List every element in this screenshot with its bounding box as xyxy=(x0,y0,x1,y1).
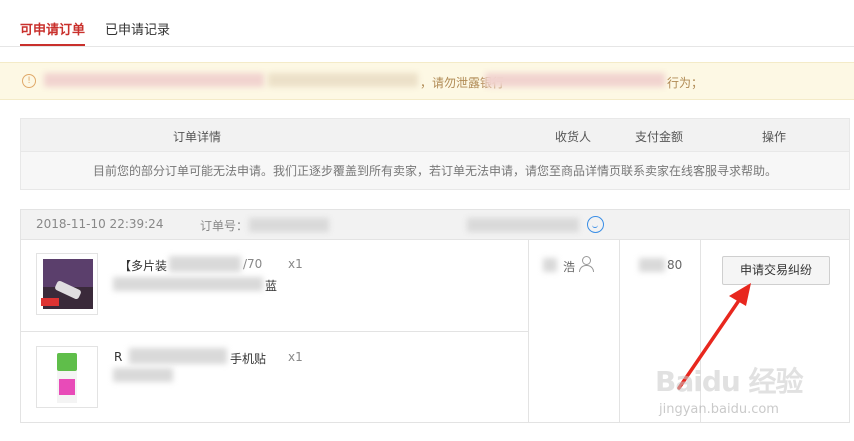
product-thumbnail[interactable] xyxy=(36,253,98,315)
column-divider xyxy=(619,240,620,422)
receiver-name: 浩 xyxy=(563,260,576,274)
order-datetime: 2018-11-10 22:39:24 xyxy=(36,217,164,231)
redacted-text xyxy=(485,73,665,87)
header-receiver: 收货人 xyxy=(555,130,592,144)
product-thumbnail[interactable] xyxy=(36,346,98,408)
redacted-product-name xyxy=(169,256,241,272)
watermark-logo: Baidu 经验 xyxy=(655,365,804,398)
product-badge xyxy=(41,298,59,306)
product-name[interactable]: R xyxy=(114,350,122,364)
table-header: 订单详情 收货人 支付金额 操作 xyxy=(20,118,850,152)
redacted-product-name xyxy=(129,348,227,364)
product-name-suffix: 手机贴 xyxy=(230,352,267,366)
redacted-product-spec xyxy=(113,277,263,291)
baidu-watermark: Baidu 经验 jingyan.baidu.com xyxy=(655,360,815,430)
product-name[interactable]: 【多片装 xyxy=(119,257,167,274)
header-action: 操作 xyxy=(762,130,787,144)
tab-divider xyxy=(0,46,854,47)
item-quantity: x1 xyxy=(288,257,303,271)
redacted-product-spec xyxy=(113,368,173,382)
redacted-shop-name xyxy=(467,218,579,232)
person-icon xyxy=(579,256,594,272)
header-order-details: 订单详情 xyxy=(173,130,222,144)
redacted-receiver xyxy=(543,258,557,272)
redacted-text xyxy=(268,73,418,87)
row-divider xyxy=(21,331,528,332)
info-tip: 目前您的部分订单可能无法申请。我们正逐步覆盖到所有卖家，若订单无法申请，请您至商… xyxy=(20,152,850,190)
product-image xyxy=(57,353,77,403)
info-icon: ! xyxy=(22,74,36,88)
item-quantity: x1 xyxy=(288,350,303,364)
order-header: 2018-11-10 22:39:24 订单号： xyxy=(21,210,849,240)
order-number-label: 订单号： xyxy=(200,219,249,233)
notice-text-end: 行为； xyxy=(667,76,704,90)
tab-applicable-orders[interactable]: 可申请订单 xyxy=(20,22,86,46)
product-name-suffix: /70 xyxy=(243,257,263,271)
redacted-amount xyxy=(639,258,665,272)
header-payment: 支付金额 xyxy=(635,130,684,144)
apply-dispute-button[interactable]: 申请交易纠纷 xyxy=(722,256,830,285)
product-spec: 蓝 xyxy=(265,279,278,293)
redacted-text xyxy=(44,73,264,87)
security-notice: ! ，请勿泄露银行 行为； xyxy=(0,62,854,100)
redacted-order-number xyxy=(249,218,329,232)
watermark-url: jingyan.baidu.com xyxy=(659,402,779,417)
payment-amount: 80 xyxy=(667,258,683,272)
column-divider xyxy=(528,240,529,422)
tab-applied-records[interactable]: 已申请记录 xyxy=(105,22,170,46)
tab-bar: 可申请订单 已申请记录 xyxy=(20,22,170,46)
chat-icon[interactable] xyxy=(587,216,604,233)
